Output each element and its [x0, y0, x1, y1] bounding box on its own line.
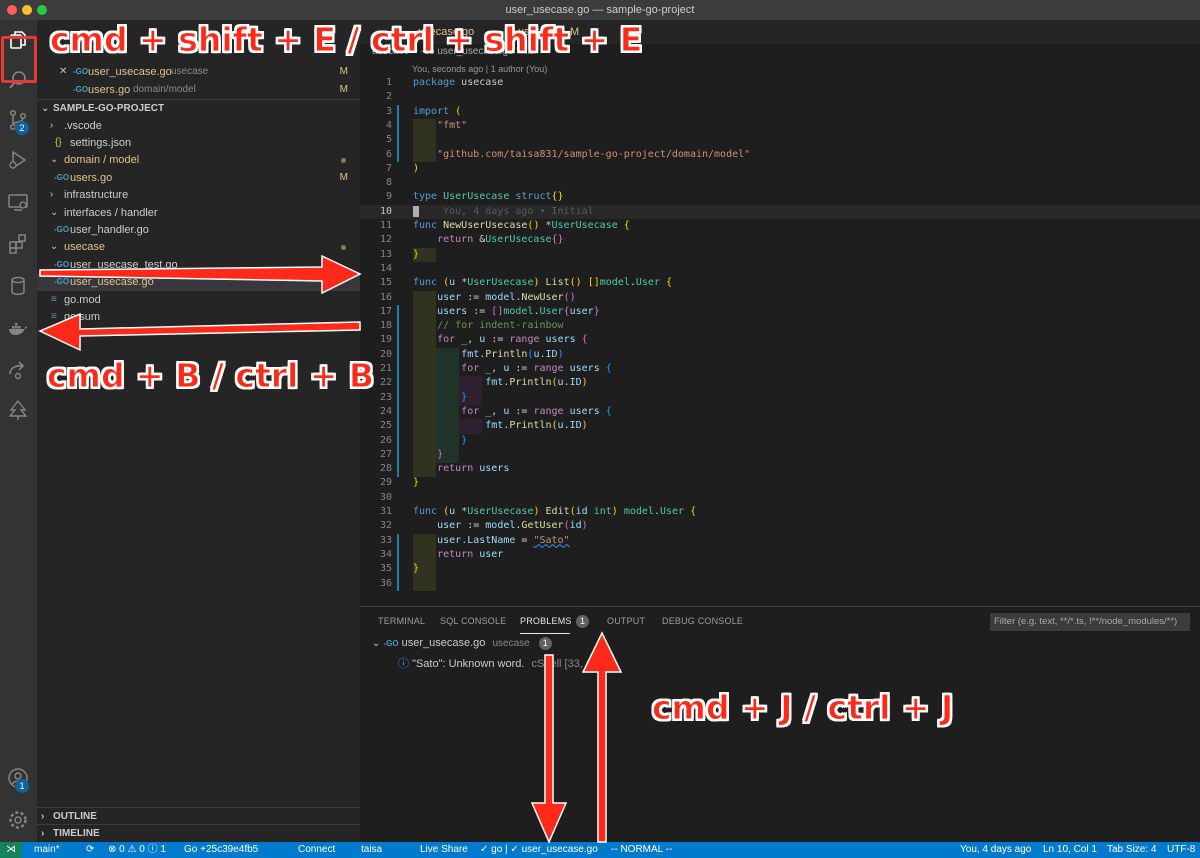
codelens-author[interactable]: You, seconds ago | 1 author (You) — [412, 64, 547, 74]
problems-count-badge: 1 — [576, 615, 589, 628]
folder-item[interactable]: ⌄ domain / model — [37, 151, 360, 169]
sync-icon[interactable]: ⟳ — [86, 842, 94, 858]
file-item[interactable]: {} settings.json — [37, 134, 360, 152]
tab-debug-console[interactable]: DEBUG CONSOLE — [662, 616, 743, 626]
explorer-shortcut-annotation: cmd + shift + E / ctrl + shift + E — [49, 20, 643, 60]
encoding[interactable]: UTF-8 — [1167, 842, 1195, 858]
blame-status[interactable]: You, 4 days ago — [960, 842, 1031, 858]
tab-size[interactable]: Tab Size: 4 — [1107, 842, 1156, 858]
tab-problems[interactable]: PROBLEMS — [520, 616, 572, 626]
accounts-badge: 1 — [15, 779, 29, 793]
go-status[interactable]: ✓ go | ✓ user_usecase.go — [480, 842, 598, 858]
editor-area: usecase.go users.go M usecase > -co user… — [360, 20, 1200, 606]
tree-icon[interactable] — [6, 398, 30, 422]
docker-icon[interactable] — [6, 317, 30, 341]
file-item[interactable]: -GO user_usecase_test.go — [37, 256, 360, 274]
remote-explorer-icon[interactable] — [6, 190, 30, 214]
problem-item[interactable]: ⓘ "Sato": Unknown word. cSpell [33, 19] — [398, 655, 601, 671]
branch-indicator[interactable]: main* — [34, 842, 60, 858]
live-share-status[interactable]: Live Share — [420, 842, 468, 858]
db-connect[interactable]: Connect — [298, 842, 335, 858]
go-version[interactable]: Go +25c39e4fb5 — [184, 842, 258, 858]
tab-terminal[interactable]: TERMINAL — [378, 616, 425, 626]
activity-bar: 2 1 — [0, 20, 37, 842]
folder-item[interactable]: › infrastructure — [37, 186, 360, 204]
scm-badge: 2 — [15, 121, 29, 135]
problems-filter-input[interactable]: Filter (e.g. text, **/*.ts, !**/node_mod… — [990, 613, 1190, 631]
tab-sql-console[interactable]: SQL CONSOLE — [440, 616, 506, 626]
status-bar: ⋊ main* ⟳ ⊗ 0 ⚠ 0 ⓘ 1 Go +25c39e4fb5 Con… — [0, 842, 1200, 858]
file-item-selected[interactable]: -GO user_usecase.go — [37, 273, 360, 291]
run-debug-icon[interactable] — [6, 148, 30, 172]
open-editor-item[interactable]: ✕ -GO user_usecase.go usecase M — [37, 63, 360, 81]
file-item[interactable]: ≡ go.sum — [37, 308, 360, 326]
window-title: user_usecase.go — sample-go-project — [505, 4, 695, 16]
timeline-section-header[interactable]: › TIMELINE — [37, 824, 360, 842]
database-icon[interactable] — [6, 274, 30, 298]
sidebar-shortcut-annotation: cmd + B / ctrl + B — [46, 356, 375, 396]
file-item[interactable]: ≡ go.mod — [37, 291, 360, 309]
explorer-sidebar: ✕ -GO user_usecase.go usecase M -GO user… — [37, 20, 360, 842]
extensions-icon[interactable] — [6, 232, 30, 256]
vim-mode: -- NORMAL -- — [611, 844, 673, 855]
remote-indicator[interactable]: ⋊ — [0, 842, 22, 858]
outline-section-header[interactable]: › OUTLINE — [37, 807, 360, 825]
user-indicator[interactable]: taisa — [361, 842, 382, 858]
explorer-highlight-box — [1, 36, 37, 83]
project-section-header[interactable]: ⌄ SAMPLE-GO-PROJECT — [37, 99, 360, 117]
folder-item[interactable]: ⌄ usecase — [37, 238, 360, 256]
cursor-position[interactable]: Ln 10, Col 1 — [1043, 842, 1097, 858]
folder-item[interactable]: › .vscode — [37, 117, 360, 135]
file-item[interactable]: -GO users.go M — [37, 169, 360, 187]
problems-indicator[interactable]: ⊗ 0 ⚠ 0 ⓘ 1 — [108, 842, 166, 858]
live-share-icon[interactable] — [6, 358, 30, 382]
folder-item[interactable]: ⌄ interfaces / handler — [37, 204, 360, 222]
tab-output[interactable]: OUTPUT — [607, 616, 645, 626]
problem-file-row[interactable]: ⌄ -GO user_usecase.go usecase 1 — [372, 637, 552, 650]
info-icon: ⓘ — [398, 658, 409, 670]
panel-shortcut-annotation: cmd + J / ctrl + J — [651, 688, 954, 728]
file-item[interactable]: -GO user_handler.go — [37, 221, 360, 239]
title-bar: user_usecase.go — sample-go-project — [0, 0, 1200, 20]
settings-gear-icon[interactable] — [6, 808, 30, 832]
open-editor-item[interactable]: -GO users.go domain/model M — [37, 81, 360, 99]
